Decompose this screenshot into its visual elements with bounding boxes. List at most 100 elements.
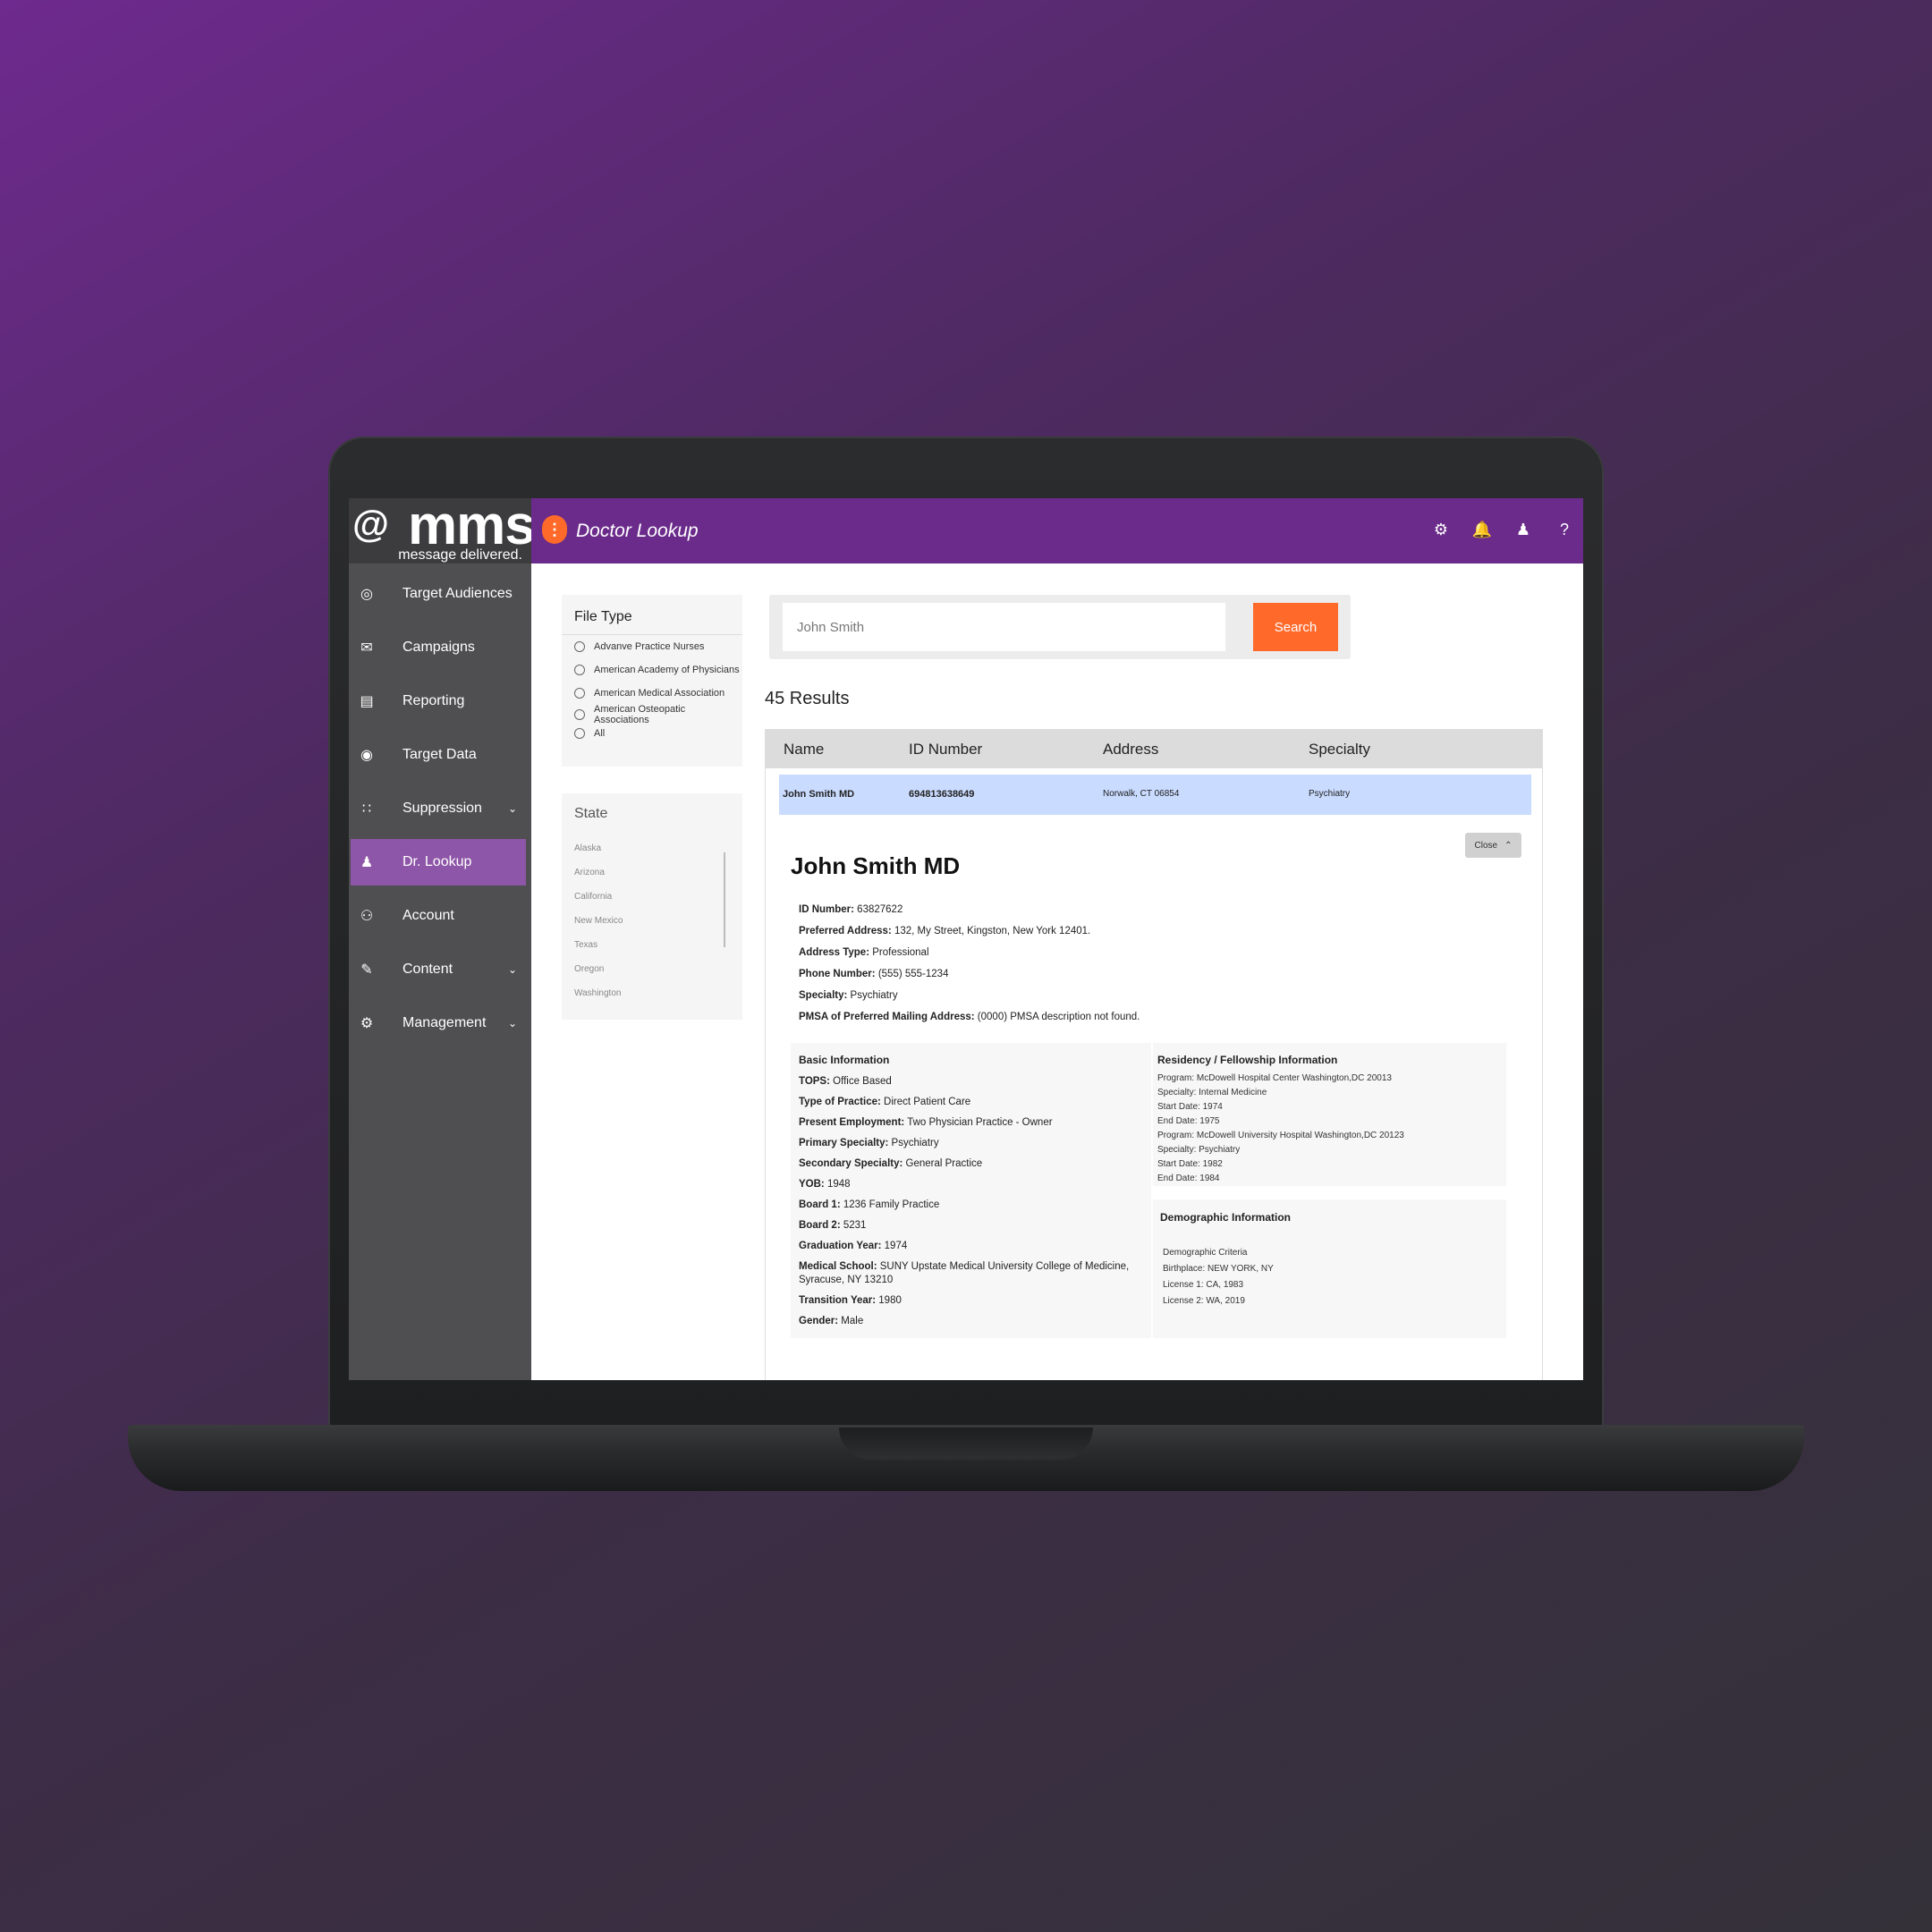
- residency-line: Specialty: Internal Medicine: [1157, 1088, 1267, 1097]
- info-value: Psychiatry: [888, 1138, 939, 1148]
- info-line: Gender: Male: [799, 1311, 1143, 1332]
- radio-button[interactable]: [574, 665, 585, 675]
- basic-information-panel: Basic Information TOPS: Office Based Typ…: [791, 1043, 1151, 1338]
- sidebar-item-target-audiences[interactable]: ◎ Target Audiences: [349, 571, 531, 617]
- info-label: Medical School:: [799, 1261, 877, 1272]
- demographic-panel: Demographic Information Demographic Crit…: [1153, 1199, 1506, 1338]
- scrollbar[interactable]: [724, 852, 725, 947]
- info-label: Transition Year:: [799, 1295, 877, 1306]
- logo[interactable]: @ mms message delivered.: [349, 498, 536, 564]
- file-type-filter: File Type Advanve Practice Nurses Americ…: [562, 595, 742, 767]
- table-row[interactable]: John Smith MD 694813638649 Norwalk, CT 0…: [779, 775, 1531, 815]
- residency-line: Program: McDowell University Hospital Wa…: [1157, 1131, 1404, 1140]
- contact-info: ID Number: 63827622 Preferred Address: 1…: [799, 904, 1140, 1033]
- option-label: American Medical Association: [594, 688, 725, 699]
- sidebar-item-content[interactable]: ✎ Content ⌄: [349, 946, 531, 993]
- info-label: Phone Number:: [799, 969, 876, 979]
- info-line: YOB: 1948: [799, 1174, 1143, 1195]
- radio-button[interactable]: [574, 641, 585, 652]
- info-line: Primary Specialty: Psychiatry: [799, 1133, 1143, 1154]
- state-list: Alaska Arizona California New Mexico Tex…: [562, 843, 742, 1013]
- info-value: 1236 Family Practice: [840, 1199, 940, 1210]
- search-button[interactable]: Search: [1253, 603, 1338, 651]
- state-option[interactable]: Texas: [574, 940, 742, 964]
- chevron-up-icon: ⌃: [1504, 840, 1513, 851]
- state-option[interactable]: Alaska: [574, 843, 742, 868]
- sidebar-item-suppression[interactable]: ∷ Suppression ⌄: [349, 785, 531, 832]
- state-filter: State Alaska Arizona California New Mexi…: [562, 793, 742, 1020]
- sidebar-nav: ◎ Target Audiences ✉ Campaigns ▤ Reporti…: [349, 571, 531, 1046]
- top-bar: ⋮ Doctor Lookup ⚙ 🔔 ♟ ?: [531, 498, 1583, 564]
- info-label: Present Employment:: [799, 1117, 905, 1128]
- state-option[interactable]: California: [574, 892, 742, 916]
- menu-kebab-icon[interactable]: ⋮: [542, 515, 567, 544]
- sidebar-item-dr-lookup[interactable]: ♟ Dr. Lookup: [351, 839, 526, 886]
- sidebar-item-label: Reporting: [402, 693, 465, 708]
- info-line: Medical School: SUNY Upstate Medical Uni…: [799, 1257, 1143, 1291]
- info-label: Type of Practice:: [799, 1097, 881, 1107]
- radio-button[interactable]: [574, 728, 585, 739]
- panel-title: Basic Information: [799, 1054, 890, 1066]
- gear-icon[interactable]: ⚙: [1431, 520, 1451, 539]
- sidebar-item-campaigns[interactable]: ✉ Campaigns: [349, 624, 531, 671]
- sidebar-item-management[interactable]: ⚙ Management ⌄: [349, 1000, 531, 1046]
- info-line: Type of Practice: Direct Patient Care: [799, 1092, 1143, 1113]
- column-header[interactable]: Address: [1103, 741, 1158, 758]
- sidebar-item-target-data[interactable]: ◉ Target Data: [349, 732, 531, 778]
- info-line: Secondary Specialty: General Practice: [799, 1154, 1143, 1174]
- doctor-icon: ♟: [360, 855, 374, 870]
- sidebar-item-account[interactable]: ⚇ Account: [349, 893, 531, 939]
- chart-icon: ▤: [360, 694, 374, 709]
- column-header[interactable]: Name: [784, 741, 824, 758]
- file-type-option[interactable]: American Osteopatic Associations: [574, 704, 742, 725]
- state-option[interactable]: New Mexico: [574, 916, 742, 940]
- user-icon[interactable]: ♟: [1513, 520, 1533, 539]
- state-option[interactable]: Washington: [574, 988, 742, 1013]
- sidebar-item-label: Dr. Lookup: [402, 854, 472, 869]
- chevron-down-icon: ⌄: [507, 963, 517, 976]
- laptop-notch: [839, 1428, 1093, 1460]
- residency-line: End Date: 1975: [1157, 1116, 1220, 1126]
- info-value: 1980: [876, 1295, 902, 1306]
- info-label: Primary Specialty:: [799, 1138, 889, 1148]
- column-header[interactable]: ID Number: [909, 741, 982, 758]
- state-option[interactable]: Oregon: [574, 964, 742, 988]
- info-label: Graduation Year:: [799, 1241, 882, 1251]
- sidebar-item-reporting[interactable]: ▤ Reporting: [349, 678, 531, 724]
- radio-button[interactable]: [574, 688, 585, 699]
- sidebar-item-label: Management: [402, 1015, 487, 1030]
- residency-panel: Residency / Fellowship Information Progr…: [1153, 1043, 1506, 1186]
- column-header[interactable]: Specialty: [1309, 741, 1370, 758]
- info-value: Psychiatry: [847, 990, 898, 1001]
- state-option[interactable]: Arizona: [574, 868, 742, 892]
- file-type-option[interactable]: Advanve Practice Nurses: [574, 635, 742, 658]
- cell-specialty: Psychiatry: [1309, 789, 1351, 799]
- bell-icon[interactable]: 🔔: [1472, 520, 1492, 539]
- search-input[interactable]: [783, 603, 1225, 651]
- file-type-option[interactable]: All: [574, 724, 742, 742]
- info-label: ID Number:: [799, 904, 854, 915]
- info-value: 5231: [840, 1220, 867, 1231]
- info-value: (0000) PMSA description not found.: [974, 1012, 1140, 1022]
- info-line: Address Type: Professional: [799, 947, 1140, 969]
- demographic-line: Demographic Criteria: [1163, 1248, 1248, 1258]
- file-type-title: File Type: [574, 609, 632, 624]
- close-button[interactable]: Close ⌃: [1465, 833, 1521, 858]
- radio-button[interactable]: [574, 709, 585, 720]
- file-type-option[interactable]: American Academy of Physicians: [574, 658, 742, 682]
- info-line: Board 2: 5231: [799, 1216, 1143, 1236]
- info-value: 1974: [881, 1241, 908, 1251]
- residency-line: Start Date: 1982: [1157, 1159, 1223, 1169]
- file-type-option[interactable]: American Medical Association: [574, 682, 742, 705]
- info-line: TOPS: Office Based: [799, 1072, 1143, 1092]
- info-label: PMSA of Preferred Mailing Address:: [799, 1012, 975, 1022]
- help-icon[interactable]: ?: [1555, 520, 1574, 539]
- content-icon: ✎: [360, 962, 373, 978]
- mail-at-icon: @: [352, 503, 389, 545]
- info-line: Graduation Year: 1974: [799, 1236, 1143, 1257]
- logo-tagline: message delivered.: [398, 547, 522, 563]
- info-line: Phone Number: (555) 555-1234: [799, 969, 1140, 990]
- close-label: Close: [1474, 840, 1498, 851]
- table-header: Name ID Number Address Specialty: [766, 730, 1542, 768]
- info-value: Office Based: [829, 1076, 892, 1087]
